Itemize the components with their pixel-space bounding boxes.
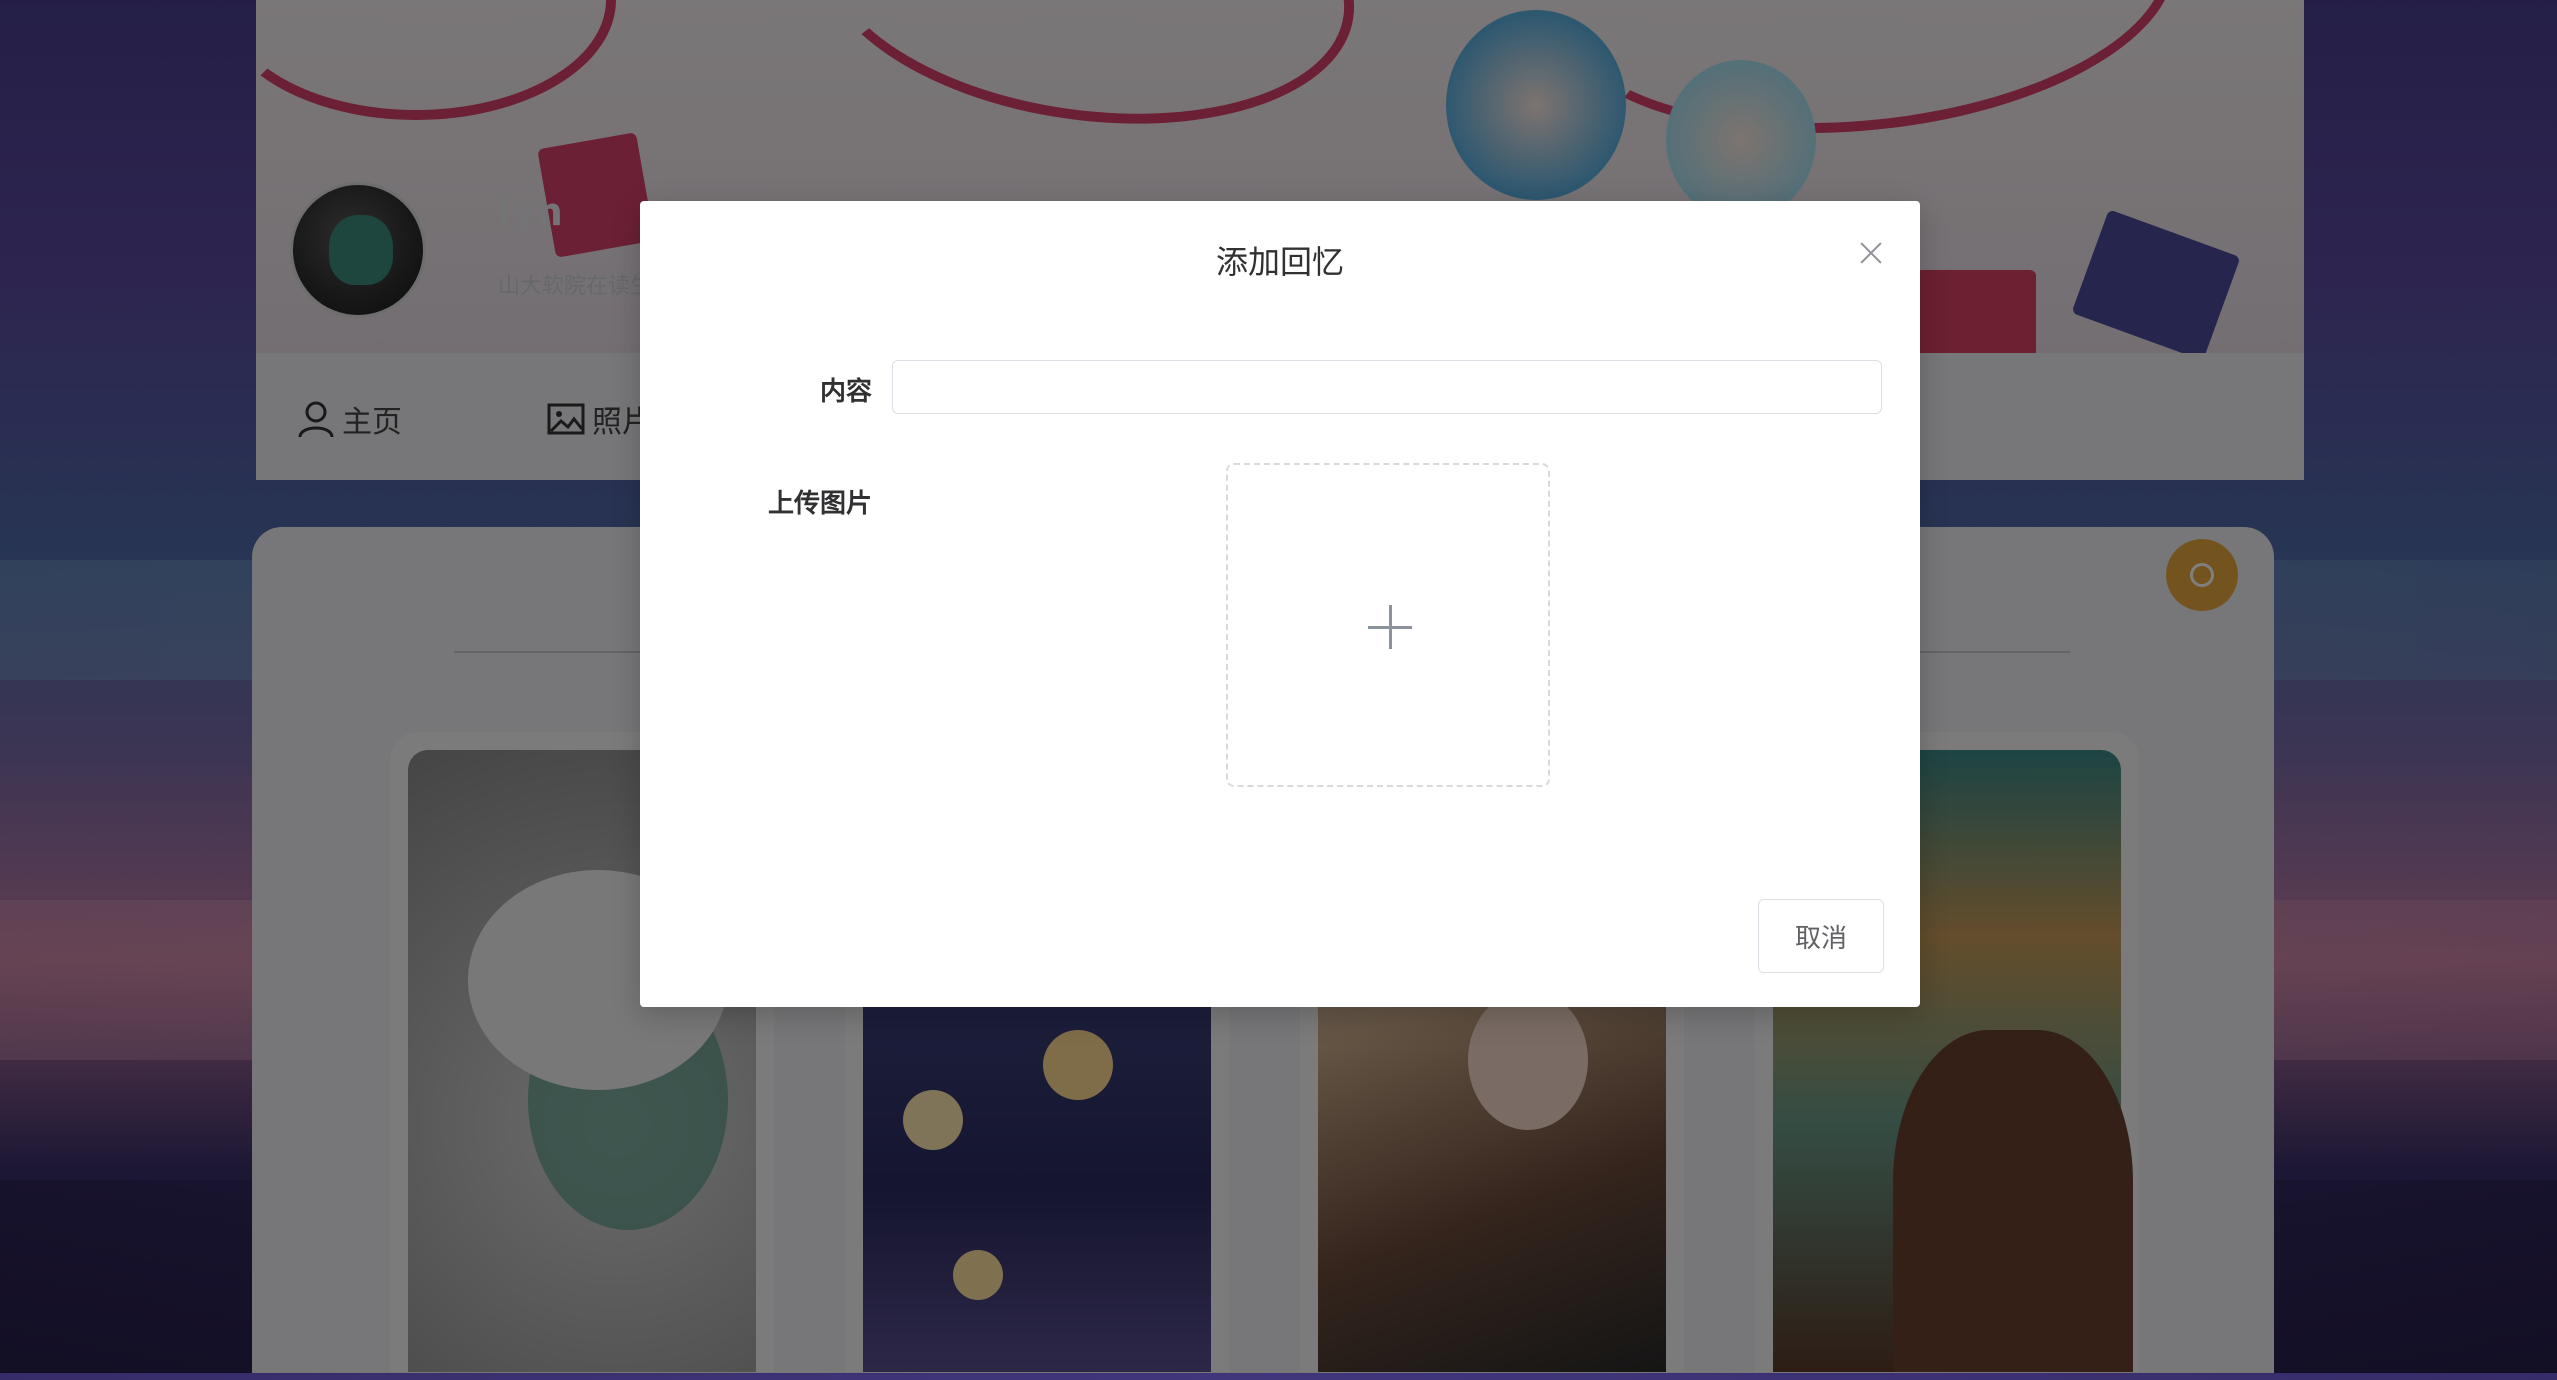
content-label: 内容 [819, 377, 872, 407]
close-icon[interactable] [1857, 239, 1885, 267]
plus-icon [1368, 605, 1412, 649]
upload-label: 上传图片 [767, 489, 872, 519]
dialog-title: 添加回忆 [1215, 243, 1344, 281]
image-uploader[interactable] [1226, 463, 1550, 787]
content-input[interactable] [892, 360, 1882, 414]
add-memory-dialog: 添加回忆 内容 上传图片 取消 [640, 201, 1920, 1007]
cancel-button[interactable]: 取消 [1758, 899, 1884, 973]
